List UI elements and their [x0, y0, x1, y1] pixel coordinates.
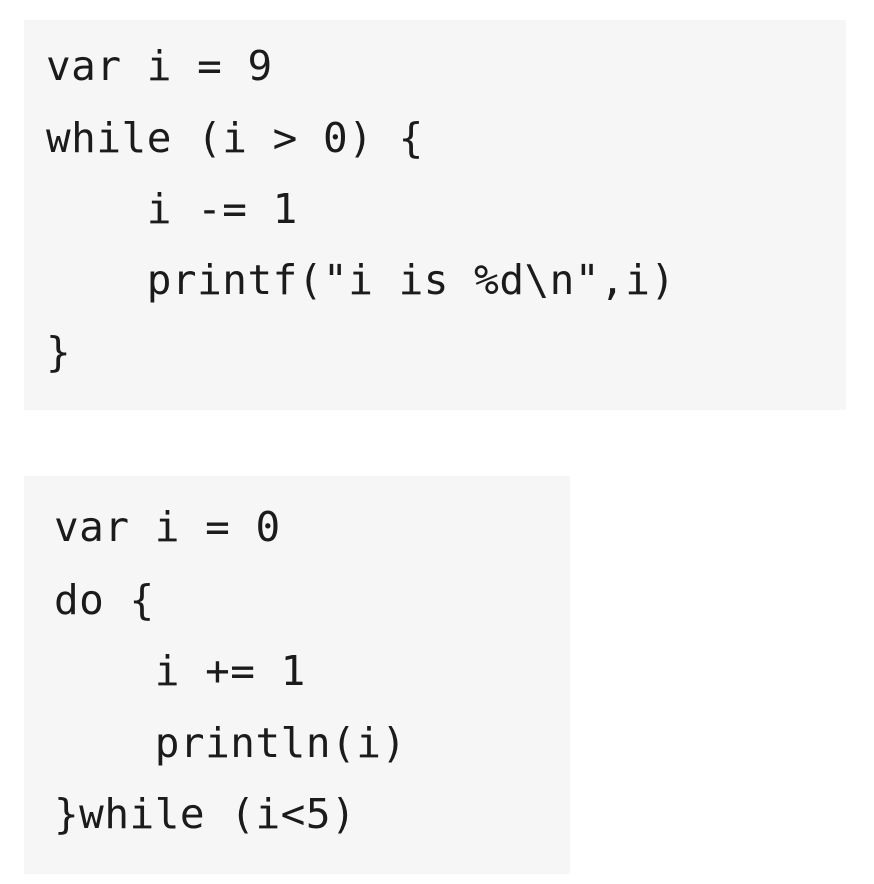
code-line: printf("i is %d\n",i) [46, 256, 676, 304]
code-line: do { [54, 576, 155, 624]
code-line: i -= 1 [46, 185, 298, 233]
do-while-loop-code-block: var i = 0 do { i += 1 println(i) }while … [24, 476, 570, 874]
code-line: i += 1 [54, 647, 306, 695]
while-loop-code-block: var i = 9 while (i > 0) { i -= 1 printf(… [24, 20, 846, 410]
code-line: } [46, 328, 72, 376]
code-line: }while (i<5) [54, 790, 357, 838]
code-line: while (i > 0) { [46, 114, 424, 162]
code-line: var i = 9 [46, 42, 273, 90]
code-line: var i = 0 [54, 503, 281, 551]
code-line: println(i) [54, 719, 407, 767]
